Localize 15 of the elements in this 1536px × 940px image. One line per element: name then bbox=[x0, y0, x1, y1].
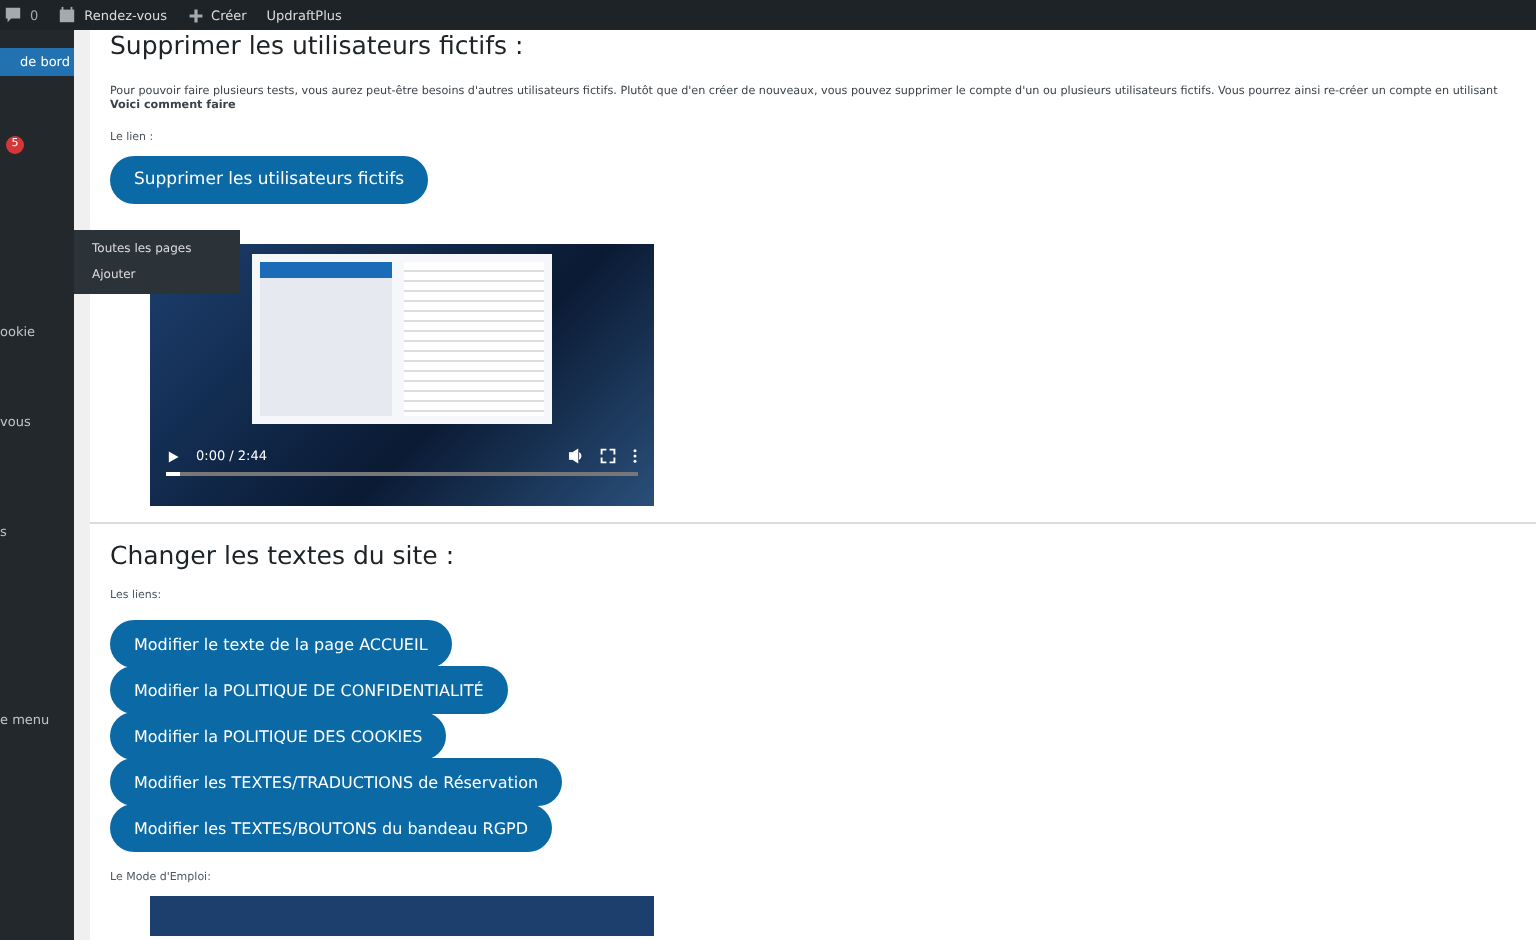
section-title: Changer les textes du site : bbox=[110, 540, 457, 570]
volume-icon[interactable] bbox=[568, 448, 584, 464]
fullscreen-icon[interactable] bbox=[600, 448, 616, 464]
edit-link-button[interactable]: Modifier les TEXTES/BOUTONS du bandeau RGPD bbox=[110, 804, 553, 852]
edit-link-button[interactable]: Modifier la POLITIQUE DE CONFIDENTIALITÉ bbox=[110, 666, 508, 714]
delete-users-button[interactable]: Supprimer les utilisateurs fictifs bbox=[110, 156, 429, 204]
section-title: Supprimer les utilisateurs fictifs : bbox=[110, 30, 526, 60]
play-icon[interactable] bbox=[166, 449, 180, 463]
plus-icon bbox=[187, 7, 204, 23]
calendar-icon bbox=[58, 6, 77, 24]
more-icon[interactable] bbox=[632, 448, 638, 464]
edit-link-button[interactable]: Modifier les TEXTES/TRADUCTIONS de Réservation bbox=[110, 758, 563, 806]
edit-link-button[interactable]: Modifier la POLITIQUE DES COOKIES bbox=[110, 712, 447, 760]
edit-link-button[interactable]: Modifier le texte de la page ACCUEIL bbox=[110, 620, 452, 668]
comment-icon[interactable] bbox=[4, 6, 22, 24]
